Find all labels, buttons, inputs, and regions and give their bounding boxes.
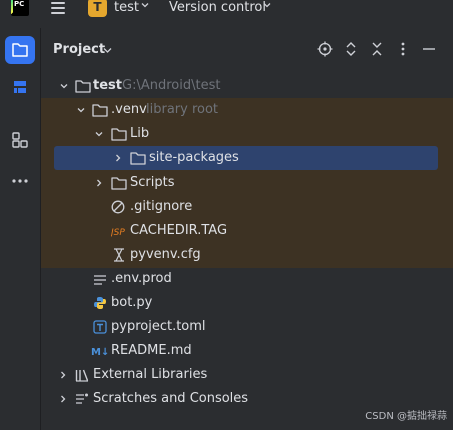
site-packages-folder-name: site-packages: [149, 150, 239, 165]
gitignore-file-name: .gitignore: [130, 199, 193, 214]
root-folder-name: test: [93, 78, 122, 93]
readme-file-name: README.md: [111, 343, 192, 358]
svg-text:M↓: M↓: [91, 347, 109, 358]
config-file-icon: [114, 248, 124, 262]
env-prod-file-name: .env.prod: [111, 271, 172, 286]
root-folder-path: G:\Android\test: [122, 78, 221, 93]
chevron-right-icon[interactable]: [114, 154, 122, 162]
folder-icon: [111, 128, 127, 141]
tree-row-lib[interactable]: Lib: [0, 122, 453, 146]
tree-row-pyvenv[interactable]: pyvenv.cfg: [0, 243, 453, 267]
scripts-folder-name: Scripts: [130, 175, 175, 190]
chevron-right-icon[interactable]: [59, 371, 67, 379]
cachedir-file-name: CACHEDIR.TAG: [130, 223, 228, 238]
pyproject-file-name: pyproject.toml: [111, 319, 206, 334]
chevron-down-icon[interactable]: [60, 82, 68, 90]
tree-row-venv[interactable]: .venv library root: [0, 98, 453, 122]
options-icon[interactable]: [395, 41, 411, 57]
lib-folder-name: Lib: [130, 126, 150, 141]
markdown-file-icon: M↓: [91, 347, 109, 358]
pyvenv-file-name: pyvenv.cfg: [130, 247, 201, 262]
locate-icon[interactable]: [317, 41, 333, 57]
folder-icon: [12, 43, 28, 57]
title-bar: PC T test Version control: [0, 0, 453, 20]
python-file-icon: [94, 297, 106, 309]
chevron-down-icon[interactable]: [263, 1, 271, 9]
library-root-hint: library root: [146, 102, 219, 117]
chevron-down-icon[interactable]: [77, 106, 85, 114]
chevron-right-icon[interactable]: [95, 179, 103, 187]
tree-row-scripts[interactable]: Scripts: [0, 171, 453, 195]
tree-row-site-packages[interactable]: site-packages: [0, 146, 453, 170]
chevron-down-icon[interactable]: [95, 130, 103, 138]
app-logo-text: PC: [13, 0, 27, 14]
project-name[interactable]: test: [114, 0, 139, 15]
venv-folder-name: .venv: [111, 102, 147, 117]
tree-row-root[interactable]: test G:\Android\test: [0, 74, 453, 98]
folder-icon: [75, 80, 91, 93]
project-badge[interactable]: T: [88, 0, 107, 17]
tree-row-external-libraries[interactable]: External Libraries: [0, 363, 453, 387]
chevron-right-icon[interactable]: [59, 395, 67, 403]
toml-file-icon: [93, 320, 107, 334]
svg-text:JSP: JSP: [111, 228, 125, 238]
external-libraries-label: External Libraries: [93, 367, 208, 382]
folder-icon: [130, 152, 146, 165]
bot-py-file-name: bot.py: [111, 295, 153, 310]
tree-row-gitignore[interactable]: .gitignore: [0, 195, 453, 219]
text-file-icon: [94, 275, 106, 285]
tree-row-env-prod[interactable]: .env.prod: [0, 267, 453, 291]
tree-row-bot-py[interactable]: bot.py: [0, 291, 453, 315]
main-menu-icon[interactable]: [51, 2, 65, 14]
folder-icon: [92, 104, 108, 117]
ignored-file-icon: [111, 200, 125, 214]
pycharm-logo: PC: [11, 0, 29, 16]
panel-title[interactable]: Project: [53, 42, 105, 57]
library-icon: [75, 369, 89, 382]
minimize-icon[interactable]: [421, 41, 437, 57]
expand-all-icon[interactable]: [343, 41, 359, 57]
tree-row-cachedir[interactable]: JSP CACHEDIR.TAG: [0, 219, 453, 243]
watermark: CSDN @掂拙禄蒜: [365, 411, 447, 422]
tree-row-pyproject[interactable]: pyproject.toml: [0, 315, 453, 339]
project-tool-button[interactable]: [5, 36, 35, 64]
version-control-menu[interactable]: Version control: [169, 0, 266, 15]
scratches-icon: [76, 393, 88, 404]
collapse-all-icon[interactable]: [369, 41, 385, 57]
tree-row-readme[interactable]: M↓ README.md: [0, 339, 453, 363]
folder-icon: [111, 177, 127, 190]
jsp-file-icon: JSP: [111, 228, 125, 238]
chevron-down-icon[interactable]: [103, 46, 112, 54]
chevron-down-icon[interactable]: [141, 1, 149, 9]
scratches-label: Scratches and Consoles: [93, 391, 249, 406]
